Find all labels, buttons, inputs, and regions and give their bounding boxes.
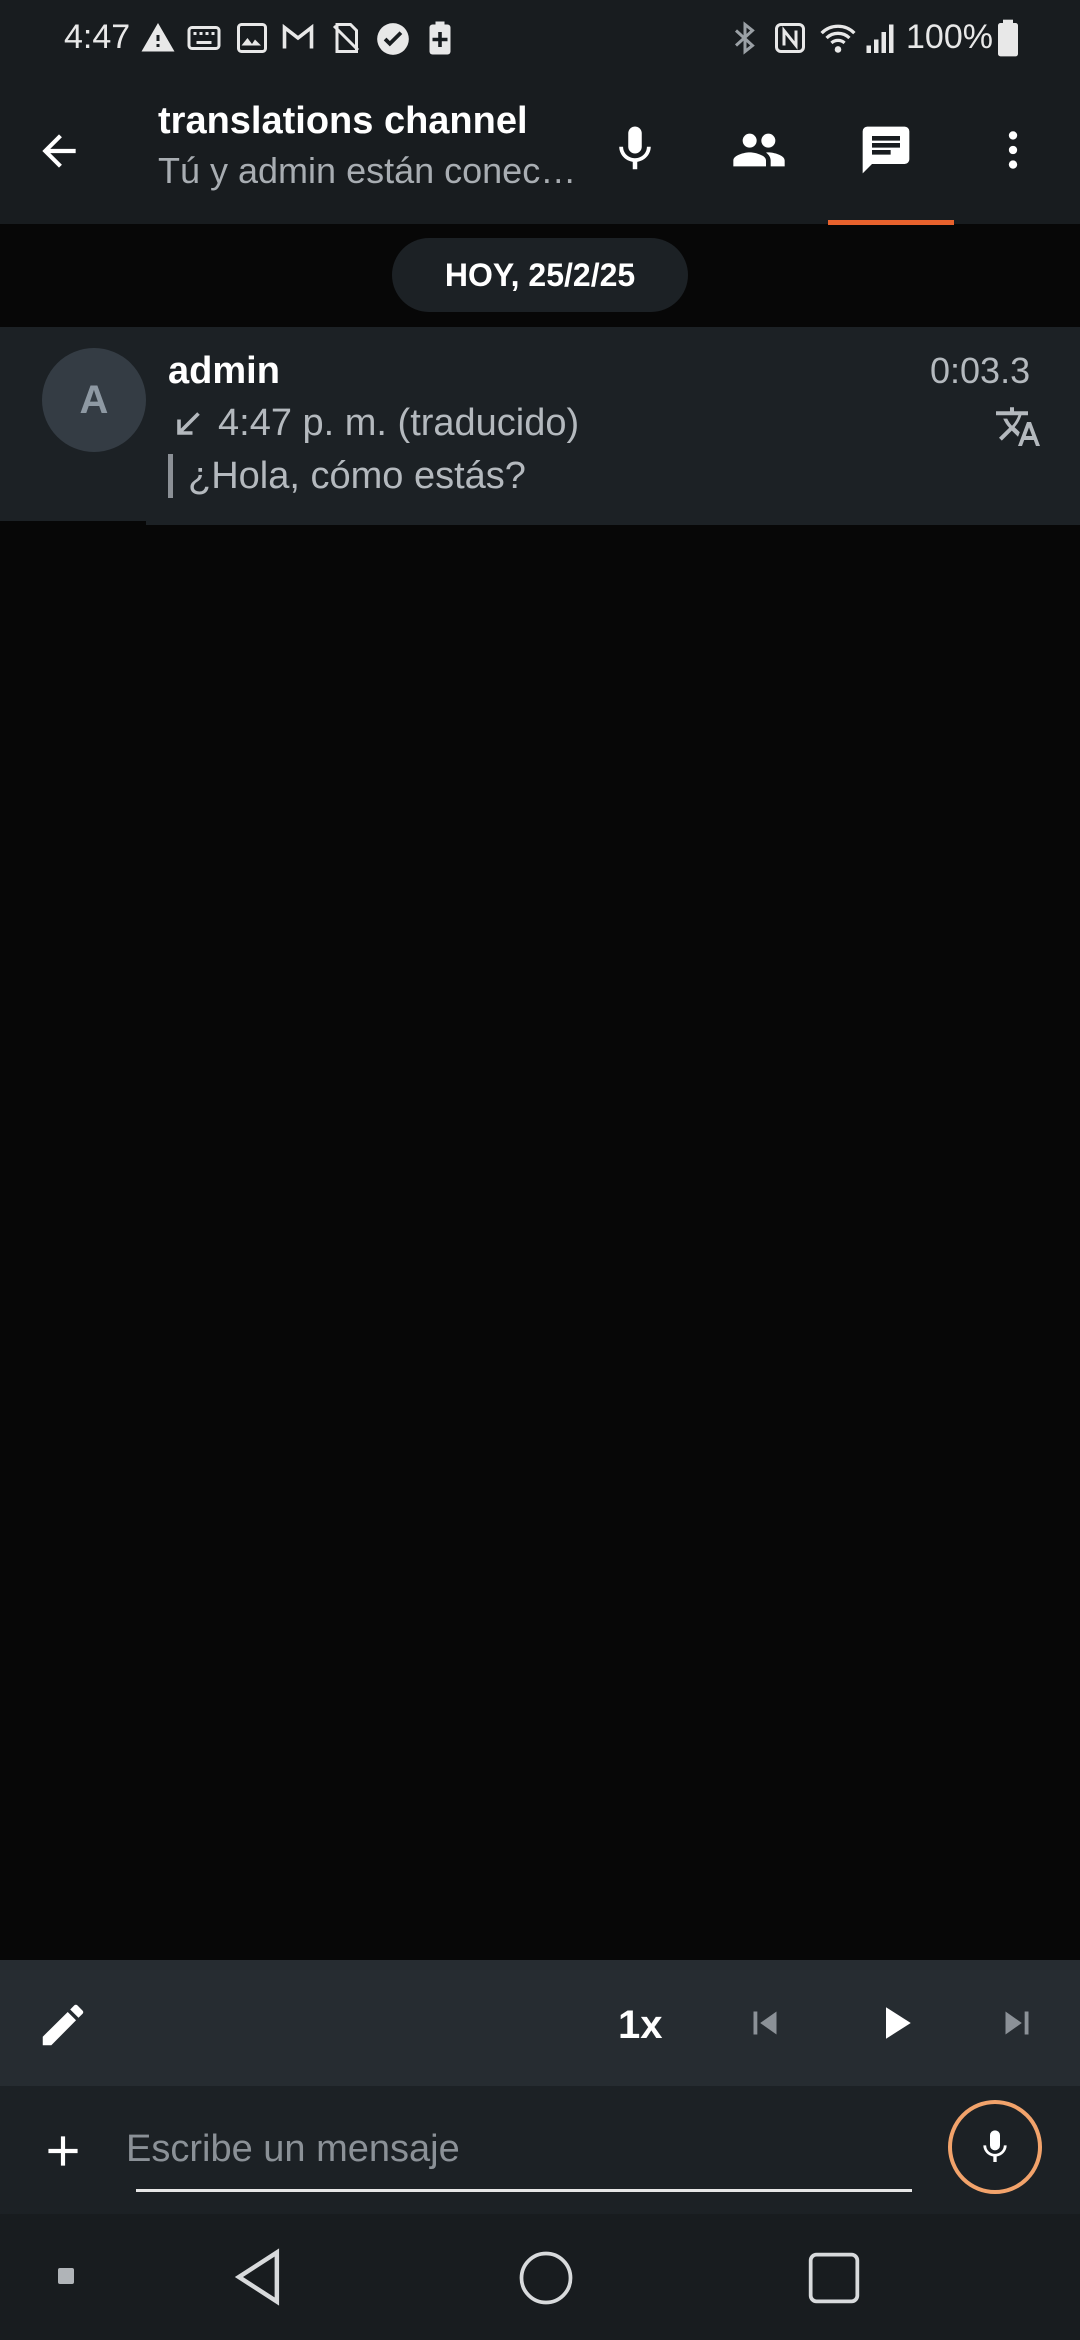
battery-icon [998,19,1018,57]
record-button[interactable] [948,2100,1042,2194]
mic-icon [983,2130,1007,2162]
pencil-icon[interactable] [36,1998,90,2052]
translate-icon[interactable] [994,402,1042,450]
quote-bar [168,454,173,498]
playback-speed-button[interactable]: 1x [618,2003,663,2048]
check-circle-icon [377,23,409,55]
plus-icon[interactable] [38,2126,88,2176]
date-chip: HOY, 25/2/25 [392,238,688,312]
message-text: ¿Hola, cómo estás? [188,455,526,497]
people-icon[interactable] [728,122,790,178]
nav-recents-icon[interactable] [806,2250,862,2306]
signal-icon [866,24,894,53]
nav-home-icon[interactable] [518,2250,574,2306]
bluetooth-icon [734,21,755,55]
skip-next-icon[interactable] [994,2000,1040,2046]
message-time: 4:47 p. m. (traducido) [218,402,580,444]
avatar[interactable]: A [42,348,146,452]
wifi-icon [820,24,856,53]
nav-dot-icon [58,2268,74,2284]
battery-percentage: 100% [906,18,993,56]
play-icon[interactable] [868,1996,922,2050]
status-time: 4:47 [64,18,131,56]
skip-previous-icon[interactable] [742,2000,788,2046]
no-sim-icon [332,23,360,53]
nav-back-icon[interactable] [232,2248,286,2306]
mic-icon[interactable] [608,120,662,178]
keyboard-icon [187,26,221,50]
warning-icon [141,23,175,52]
back-arrow-icon[interactable] [34,126,84,176]
message-input[interactable] [126,2114,906,2184]
image-icon [237,23,267,53]
active-tab-indicator [828,220,954,225]
battery-plus-icon [429,21,451,55]
channel-title[interactable]: translations channel [158,100,528,143]
more-vert-icon[interactable] [988,122,1038,178]
gmail-icon [282,23,314,49]
channel-subtitle: Tú y admin están conectados [158,150,578,191]
nfc-icon [775,23,805,53]
sender-name: admin [168,350,280,392]
message-row-extension [146,521,1080,525]
incoming-arrow-icon [177,412,200,435]
input-underline [136,2189,912,2192]
chat-icon[interactable] [858,122,914,178]
message-duration: 0:03.3 [930,350,1031,391]
